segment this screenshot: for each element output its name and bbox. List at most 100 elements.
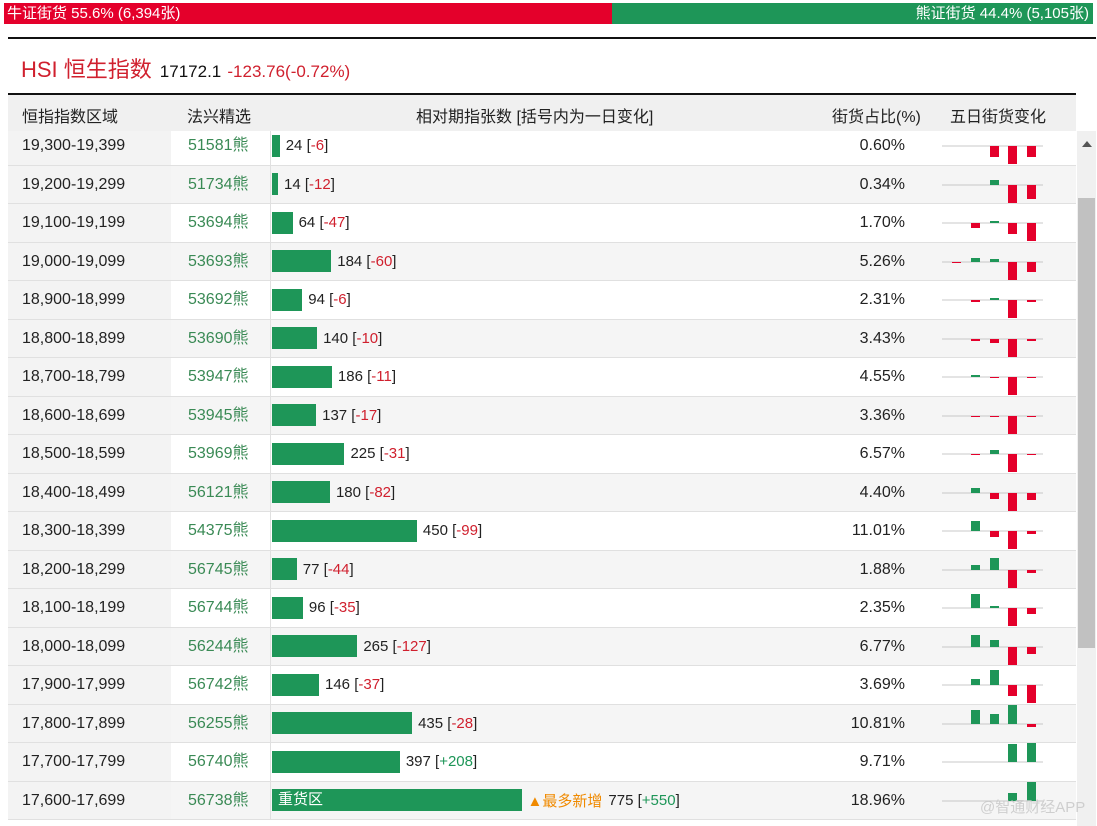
five-day-bar [990, 450, 999, 454]
scrollbar[interactable] [1077, 131, 1096, 826]
five-day-bar [971, 257, 980, 262]
warrant-code-link[interactable]: 53690熊 [171, 319, 271, 357]
warrant-code-link[interactable]: 56121熊 [171, 473, 271, 511]
count-value: 146 [-37] [325, 676, 385, 694]
five-day-bar [971, 594, 980, 608]
count-bar: 重货区 [272, 789, 522, 812]
five-day-bar [1008, 415, 1017, 434]
table-row: 17,700-17,799 56740熊 397 [+208] 9.71% [8, 743, 1076, 782]
count-bar [272, 250, 332, 273]
share-value: 4.55% [859, 368, 905, 385]
index-range: 17,800-17,899 [8, 704, 171, 742]
five-day-bar [971, 338, 980, 341]
five-day-bar [1008, 608, 1017, 626]
count-value: 140 [-10] [323, 329, 383, 347]
warrant-code-link[interactable]: 51734熊 [171, 165, 271, 203]
count-bar [272, 134, 280, 157]
index-range: 18,200-18,299 [8, 550, 171, 588]
five-day-sparkline [942, 487, 1043, 511]
five-day-sparkline [942, 670, 1043, 703]
table-row: 18,100-18,199 56744熊 96 [-35] 2.35% [8, 589, 1076, 628]
warrant-code-link[interactable]: 53692熊 [171, 281, 271, 319]
warrant-code-link[interactable]: 56255熊 [171, 704, 271, 742]
five-day-bar [1027, 261, 1036, 272]
daily-change: -37 [358, 676, 381, 694]
index-change: -123.76(-0.72%) [227, 62, 351, 81]
daily-change: -11 [371, 368, 392, 386]
count-bar [272, 327, 318, 350]
count-number: 140 [323, 329, 349, 347]
share-value: 1.70% [859, 214, 905, 231]
count-value: 96 [-35] [308, 599, 360, 617]
warrant-code-link[interactable]: 53969熊 [171, 435, 271, 473]
five-day-sparkline [942, 521, 1043, 549]
share-value: 4.40% [859, 483, 905, 501]
index-price: 17172.1 [159, 62, 222, 81]
count-bar [272, 673, 319, 696]
five-day-bar [1027, 377, 1036, 378]
count-cell: 450 [-99] [272, 512, 482, 550]
count-number: 186 [337, 368, 363, 386]
warrant-code-link[interactable]: 56742熊 [171, 666, 271, 704]
daily-change: -6 [310, 137, 325, 155]
count-number: 77 [302, 560, 320, 578]
count-bar [272, 635, 358, 658]
daily-change: -99 [456, 522, 478, 540]
warrant-code-link[interactable]: 56745熊 [171, 550, 271, 588]
share-value: 0.60% [859, 137, 905, 154]
scroll-up-icon[interactable] [1082, 141, 1092, 147]
five-day-sparkline [942, 179, 1043, 203]
table-row: 19,200-19,299 51734熊 14 [-12] 0.34% [8, 165, 1076, 204]
count-bar [272, 442, 345, 465]
bull-share: 牛证街货 55.6% (6,394张) [4, 3, 612, 24]
warrant-code-link[interactable]: 53945熊 [171, 396, 271, 434]
count-cell: 180 [-82] [272, 474, 395, 512]
scrollbar-thumb[interactable] [1078, 198, 1095, 648]
count-value: 265 [-127] [363, 637, 431, 655]
table-row: 19,100-19,199 53694熊 64 [-47] 1.70% [8, 204, 1076, 243]
index-range: 19,200-19,299 [8, 165, 171, 203]
count-bar [272, 365, 332, 388]
warrant-code-link[interactable]: 56244熊 [171, 627, 271, 665]
share-value: 2.35% [859, 599, 905, 616]
count-bar [272, 211, 293, 234]
five-day-sparkline [942, 298, 1043, 318]
index-range: 18,000-18,099 [8, 627, 171, 665]
share-value: 10.81% [850, 714, 905, 732]
share-value: 6.77% [859, 637, 905, 655]
five-day-bar [1008, 744, 1017, 762]
warrant-code-link[interactable]: 53693熊 [171, 242, 271, 280]
five-day-bar [1027, 608, 1036, 614]
warrant-code-link[interactable]: 56744熊 [171, 589, 271, 627]
warrant-code-link[interactable]: 51581熊 [171, 127, 271, 165]
share-value: 3.36% [859, 406, 905, 424]
warrant-code-link[interactable]: 56738熊 [171, 781, 271, 819]
warrant-code-link[interactable]: 56740熊 [171, 743, 271, 781]
five-day-bar [990, 258, 999, 262]
five-day-bar [1027, 685, 1036, 703]
count-value: 450 [-99] [422, 522, 483, 540]
count-number: 24 [285, 137, 303, 155]
warrant-code-link[interactable]: 53947熊 [171, 358, 271, 396]
table-header: 恒指指数区域 法兴精选 相对期指张数 [括号内为一日变化] 街货占比(%) 五日… [8, 93, 1076, 131]
share-value: 3.43% [859, 329, 905, 347]
warrant-code-link[interactable]: 53694熊 [171, 204, 271, 242]
share-value: 2.31% [859, 291, 905, 308]
header-five-day: 五日街货变化 [950, 109, 1047, 126]
five-day-sparkline [942, 634, 1043, 665]
five-day-bar [990, 179, 999, 185]
bull-bear-ratio-bar: 牛证街货 55.6% (6,394张) 熊证街货 44.4% (5,105张) [4, 3, 1093, 24]
count-cell: 137 [-17] [272, 397, 381, 435]
five-day-bar [990, 639, 999, 647]
table-row: 18,900-18,999 53692熊 94 [-6] 2.31% [8, 281, 1076, 320]
count-cell: 186 [-11] [272, 358, 396, 396]
warrant-code-link[interactable]: 54375熊 [171, 512, 271, 550]
five-day-sparkline [942, 338, 1043, 357]
bear-share: 熊证街货 44.4% (5,105张) [612, 3, 1093, 24]
daily-change: -10 [356, 329, 379, 347]
five-day-bar [1027, 743, 1036, 762]
watermark: @智通财经APP [980, 799, 1086, 816]
daily-change: -44 [327, 560, 350, 578]
five-day-bar [971, 634, 980, 647]
five-day-bar [1008, 261, 1017, 280]
